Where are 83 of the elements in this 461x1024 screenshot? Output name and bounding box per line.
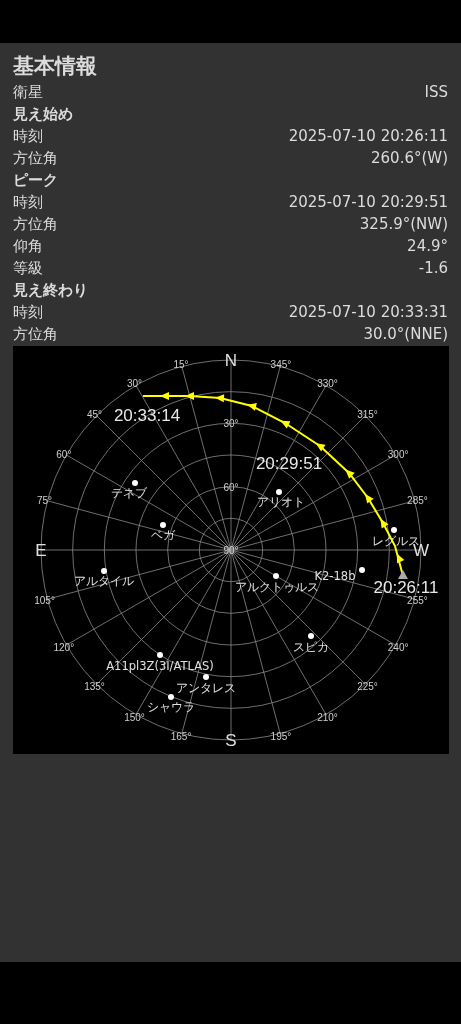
azimuth-label: 150° (124, 712, 145, 724)
field-label: 仰角 (13, 236, 43, 257)
azimuth-label: 105° (34, 594, 55, 606)
field-value: 24.9° (407, 236, 448, 257)
azimuth-label: 60° (56, 448, 72, 460)
azimuth-label: 330° (317, 377, 338, 389)
star-label: A11pl3Z(3I/ATLAS) (106, 659, 214, 673)
compass-direction: E (35, 541, 47, 560)
star-label: アルクトゥルス (235, 580, 319, 594)
direction-arrow-icon (396, 553, 405, 564)
azimuth-label: 75° (37, 495, 53, 507)
azimuth-label: 345° (270, 358, 292, 370)
azimuth-label: 45° (86, 408, 103, 420)
field-label: 衛星 (13, 82, 43, 103)
field-value: 2025-07-10 20:29:51 (288, 192, 448, 213)
star-dot (157, 652, 163, 658)
azimuth-label: 255° (407, 594, 428, 606)
azimuth-label: 300° (387, 448, 409, 460)
star-label: アリオト (257, 495, 305, 509)
field-value: ISS (424, 82, 448, 103)
star-dot (308, 633, 314, 639)
star-dot (391, 527, 397, 533)
compass-direction: N (224, 351, 238, 370)
field-value: 325.9°(NW) (359, 214, 448, 235)
field-value: -1.6 (418, 258, 448, 279)
pass-time-label: 20:26:11 (373, 578, 439, 597)
azimuth-label: 225° (357, 681, 378, 693)
azimuth-label: 285° (407, 495, 428, 507)
direction-arrow-icon (280, 420, 291, 429)
compass-direction: S (225, 731, 237, 750)
star-label: アルタイル (74, 574, 134, 588)
direction-arrow-icon (160, 392, 169, 400)
direction-arrow-icon (380, 518, 389, 529)
star-dot (101, 568, 107, 574)
azimuth-label: 120° (53, 641, 75, 653)
group-heading: ピーク (13, 170, 59, 191)
section-title: 基本情報 (13, 53, 98, 80)
star-dot (168, 694, 174, 700)
field-label: 時刻 (13, 302, 43, 323)
direction-arrow-icon (364, 494, 374, 504)
field-label: 方位角 (13, 148, 58, 169)
start-marker-icon (398, 570, 408, 579)
star-label: K2-18b (314, 569, 356, 583)
field-value: 260.6°(W) (371, 148, 448, 169)
altitude-label: 90° (223, 545, 239, 556)
field-value: 30.0°(NNE) (363, 324, 448, 345)
azimuth-label: 165° (170, 731, 192, 743)
field-value: 2025-07-10 20:26:11 (288, 126, 448, 147)
field-value: 2025-07-10 20:33:31 (288, 302, 448, 323)
azimuth-label: 315° (357, 408, 378, 420)
direction-arrow-icon (345, 469, 355, 479)
azimuth-label: 195° (270, 731, 292, 743)
star-dot (273, 573, 279, 579)
group-heading: 見え終わり (13, 280, 89, 301)
star-label: アンタレス (176, 681, 236, 695)
azimuth-label: 30° (126, 377, 143, 389)
star-dot (132, 480, 138, 486)
pass-time-label: 20:33:14 (113, 406, 181, 425)
star-dot (359, 567, 365, 573)
direction-arrow-icon (315, 443, 326, 452)
star-dot (160, 522, 166, 528)
azimuth-label: 210° (317, 712, 338, 724)
star-label: スピカ (293, 640, 329, 654)
altitude-label: 60° (223, 481, 239, 493)
azimuth-label: 135° (84, 681, 105, 693)
star-label: シャウラ (147, 700, 195, 714)
direction-arrow-icon (247, 403, 257, 411)
star-dot (276, 489, 282, 495)
direction-arrow-icon (215, 394, 225, 403)
altitude-label: 30° (223, 418, 239, 430)
star-label: テネブ (111, 486, 147, 500)
group-heading: 見え始め (13, 104, 74, 125)
field-label: 方位角 (13, 324, 58, 345)
field-label: 方位角 (13, 214, 58, 235)
star-dot (203, 674, 209, 680)
field-label: 時刻 (13, 192, 43, 213)
azimuth-label: 15° (173, 358, 189, 370)
field-label: 時刻 (13, 126, 43, 147)
star-label: ベガ (151, 528, 175, 542)
pass-time-label: 20:29:51 (255, 454, 323, 473)
azimuth-label: 240° (387, 641, 409, 653)
direction-arrow-icon (185, 392, 194, 400)
field-label: 等級 (13, 258, 43, 279)
